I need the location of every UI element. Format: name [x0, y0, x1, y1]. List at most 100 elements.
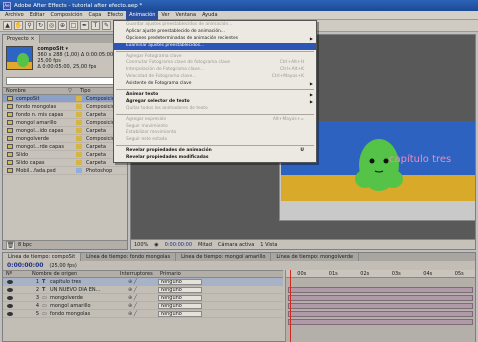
col-name[interactable]: Nombre — [3, 88, 65, 94]
layer-switches[interactable]: ⊕ ╱ — [128, 279, 158, 285]
parent-dropdown[interactable]: Ninguno — [158, 286, 202, 293]
camera-tool-icon[interactable]: ◎ — [47, 21, 56, 30]
col-switches[interactable]: Interruptores — [117, 271, 157, 277]
label-color-swatch[interactable] — [76, 152, 82, 157]
label-color-swatch[interactable] — [76, 168, 82, 173]
layer-name[interactable]: mongolverde — [50, 295, 128, 301]
col-label[interactable]: ▽ — [65, 88, 77, 94]
resolution-dropdown[interactable]: Mitad — [198, 242, 212, 248]
layer-row[interactable]: 4 ▭ mongol amarillo ⊕ ╱ Ninguno — [3, 302, 283, 310]
menu-animacin[interactable]: Animación — [126, 10, 159, 20]
canvas-title-text[interactable]: capítulo tres — [389, 154, 451, 165]
menu-editar[interactable]: Editar — [27, 11, 48, 20]
layer-name[interactable]: mongol amarillo — [50, 303, 128, 309]
visibility-eye-icon[interactable] — [7, 311, 13, 316]
hand-tool-icon[interactable]: ✋ — [14, 21, 23, 30]
project-item[interactable]: mongolverde Composición — [3, 135, 127, 143]
menu-item[interactable]: Animar texto ▶ — [114, 92, 316, 99]
label-color-swatch[interactable] — [76, 96, 82, 101]
label-color-swatch[interactable] — [76, 128, 82, 133]
menu-item[interactable]: Revelar propiedades modificadas — [114, 155, 316, 162]
layer-name[interactable]: UN NUEVO DÍA EN... — [50, 287, 128, 293]
layer-row[interactable]: 3 ▭ mongolverde ⊕ ╱ Ninguno — [3, 294, 283, 302]
col-source-name[interactable]: Nombre de origen — [29, 271, 117, 277]
project-item[interactable]: Slido capas Carpeta — [3, 159, 127, 167]
label-color-swatch[interactable] — [76, 112, 82, 117]
views-dropdown[interactable]: 1 Vista — [260, 242, 277, 248]
zoom-dropdown[interactable]: 100% — [134, 242, 148, 248]
project-item[interactable]: mongol...ido capas Carpeta — [3, 127, 127, 135]
parent-dropdown[interactable]: Ninguno — [158, 278, 202, 285]
layer-name[interactable]: fondo mongolas — [50, 311, 128, 317]
menu-archivo[interactable]: Archivo — [2, 11, 27, 20]
menu-item[interactable]: Examinar ajustes preestablecidos... — [114, 42, 316, 50]
viewer-timecode[interactable]: 0:00:00:00 — [165, 242, 192, 248]
menu-ayuda[interactable]: Ayuda — [199, 11, 220, 20]
layer-duration-bar[interactable] — [288, 311, 473, 317]
menu-capa[interactable]: Capa — [86, 11, 105, 20]
parent-dropdown[interactable]: Ninguno — [158, 310, 202, 317]
rotate-tool-icon[interactable]: ↻ — [36, 21, 45, 30]
layer-row[interactable]: 5 ▭ fondo mongolas ⊕ ╱ Ninguno — [3, 310, 283, 318]
tab-project[interactable]: Proyecto × — [3, 35, 40, 43]
selection-tool-icon[interactable]: ▲ — [3, 21, 12, 30]
menu-ventana[interactable]: Ventana — [173, 11, 200, 20]
visibility-eye-icon[interactable] — [7, 295, 13, 300]
tab-timeline[interactable]: Línea de tiempo: fondo mongolas — [81, 253, 177, 261]
pen-tool-icon[interactable]: ✒ — [80, 21, 89, 30]
zoom-tool-icon[interactable]: ⚲ — [25, 21, 34, 30]
menu-item[interactable]: Agregar selector de texto ▶ — [114, 99, 316, 106]
col-type[interactable]: Tipo — [77, 88, 91, 94]
project-item[interactable]: fondo n. mis capas Carpeta — [3, 111, 127, 119]
layer-duration-bar[interactable] — [288, 295, 473, 301]
time-ruler[interactable]: 00s 01s 02s 03s 04s 05s — [286, 270, 475, 278]
menu-item[interactable]: Asistente de Fotograma clave ▶ — [114, 81, 316, 88]
project-item[interactable]: compoSit Composición — [3, 95, 127, 103]
parent-dropdown[interactable]: Ninguno — [158, 302, 202, 309]
layer-name[interactable]: capítulo tres — [50, 279, 128, 285]
col-parent[interactable]: Primario — [157, 271, 181, 277]
camera-dropdown[interactable]: Cámara activa — [218, 242, 254, 248]
time-graph[interactable]: 00s 01s 02s 03s 04s 05s — [285, 270, 475, 342]
menu-composicin[interactable]: Composición — [48, 11, 86, 20]
pan-behind-tool-icon[interactable]: ⊕ — [58, 21, 67, 30]
brush-tool-icon[interactable]: ✎ — [102, 21, 111, 30]
menu-ver[interactable]: Ver — [158, 11, 172, 20]
layer-switches[interactable]: ⊕ ╱ — [128, 295, 158, 301]
label-color-swatch[interactable] — [76, 120, 82, 125]
menu-item[interactable]: Opciones predeterminadas de animación re… — [114, 36, 316, 43]
layer-switches[interactable]: ⊕ ╱ — [128, 287, 158, 293]
text-tool-icon[interactable]: T — [91, 21, 100, 30]
project-item[interactable]: fondo mongolas Composición — [3, 103, 127, 111]
menu-item[interactable]: Aplicar ajuste preestablecido de animaci… — [114, 29, 316, 36]
project-item[interactable]: mongol amarillo Composición — [3, 119, 127, 127]
visibility-eye-icon[interactable] — [7, 303, 13, 308]
camera-icon[interactable]: ◉ — [154, 242, 158, 248]
label-color-swatch[interactable] — [76, 104, 82, 109]
tab-timeline[interactable]: Línea de tiempo: mongolverde — [271, 253, 360, 261]
layer-switches[interactable]: ⊕ ╱ — [128, 311, 158, 317]
project-search-input[interactable] — [6, 77, 124, 85]
layer-row[interactable]: 1 Tcapítulo tres ⊕ ╱ Ninguno — [3, 278, 283, 286]
parent-dropdown[interactable]: Ninguno — [158, 294, 202, 301]
tab-timeline[interactable]: Línea de tiempo: compoSit — [3, 253, 82, 261]
visibility-eye-icon[interactable] — [7, 287, 13, 292]
mask-tool-icon[interactable]: □ — [69, 21, 78, 30]
label-color-swatch[interactable] — [76, 136, 82, 141]
label-color-swatch[interactable] — [76, 144, 82, 149]
trash-icon[interactable]: 🗑 — [6, 240, 15, 250]
layer-duration-bar[interactable] — [288, 319, 473, 325]
layer-row[interactable]: 2 T UN NUEVO DÍA EN... ⊕ ╱ Ninguno — [3, 286, 283, 294]
bit-depth[interactable]: 8 bpc — [18, 242, 32, 248]
visibility-eye-icon[interactable] — [7, 279, 13, 284]
timeline-timecode[interactable]: 0:00:00:00 — [7, 262, 43, 269]
project-item[interactable]: mongol...rde capas Carpeta — [3, 143, 127, 151]
layer-switches[interactable]: ⊕ ╱ — [128, 303, 158, 309]
label-color-swatch[interactable] — [76, 160, 82, 165]
layer-duration-bar[interactable] — [288, 303, 473, 309]
project-item[interactable]: Slido Carpeta — [3, 151, 127, 159]
current-time-indicator[interactable] — [290, 270, 291, 342]
tab-timeline[interactable]: Línea de tiempo: mongol amarillo — [176, 253, 272, 261]
layer-duration-bar[interactable] — [288, 287, 473, 293]
menu-efecto[interactable]: Efecto — [104, 11, 126, 20]
